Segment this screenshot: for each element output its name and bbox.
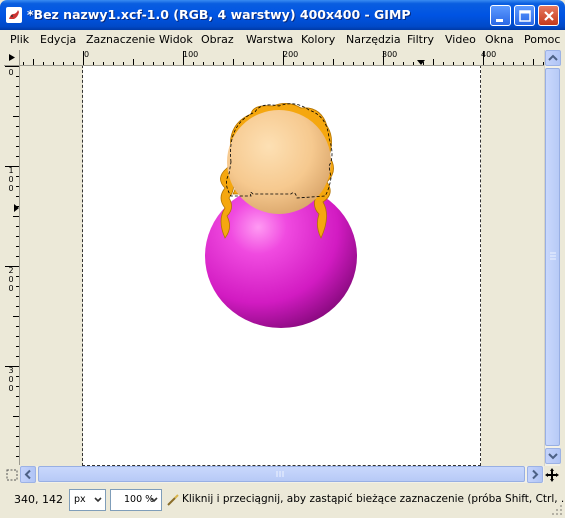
gimp-app-icon[interactable] bbox=[6, 7, 22, 23]
hruler-label-100: 100 bbox=[183, 50, 199, 59]
scroll-down-button[interactable] bbox=[545, 448, 561, 464]
minimize-button[interactable] bbox=[490, 5, 511, 26]
menu-obraz[interactable]: Obraz bbox=[201, 33, 234, 46]
horizontal-ruler-ticks bbox=[23, 51, 544, 65]
vruler-label-300: 300 bbox=[8, 366, 14, 393]
pointer-coordinates: 340, 142 bbox=[14, 493, 63, 506]
window-title: *Bez nazwy1.xcf-1.0 (RGB, 4 warstwy) 400… bbox=[27, 7, 411, 22]
arrow-right-icon bbox=[532, 469, 539, 480]
doll-drawing bbox=[205, 103, 357, 328]
menu-warstwa[interactable]: Warstwa bbox=[246, 33, 293, 46]
image-page[interactable] bbox=[83, 66, 481, 466]
menu-okna[interactable]: Okna bbox=[485, 33, 514, 46]
menu-edycja[interactable]: Edycja bbox=[40, 33, 76, 46]
vruler-label-0-text: 0 bbox=[8, 68, 14, 77]
unit-value: px bbox=[74, 494, 86, 505]
close-button[interactable] bbox=[538, 5, 559, 26]
pointer-marker bbox=[14, 204, 19, 212]
close-icon bbox=[544, 11, 554, 21]
menu-arrow-icon bbox=[9, 54, 15, 61]
menu-narzedzia[interactable]: Narzędzia bbox=[346, 33, 401, 46]
hint-icon bbox=[167, 494, 179, 506]
title-bar: *Bez nazwy1.xcf-1.0 (RGB, 4 warstwy) 400… bbox=[0, 0, 565, 30]
vruler-label-200: 200 bbox=[8, 266, 14, 293]
horizontal-scrollbar[interactable] bbox=[20, 466, 544, 483]
unit-selector[interactable]: px bbox=[69, 489, 106, 511]
navigate-icon bbox=[545, 468, 559, 482]
scroll-right-button[interactable] bbox=[527, 466, 543, 483]
horizontal-scroll-thumb[interactable] bbox=[38, 466, 525, 482]
menu-zaznaczenie[interactable]: Zaznaczenie bbox=[86, 33, 155, 46]
vertical-scroll-thumb[interactable] bbox=[545, 68, 560, 446]
arrow-down-icon bbox=[548, 453, 558, 460]
maximize-button[interactable] bbox=[514, 5, 535, 26]
face-shape bbox=[227, 110, 331, 214]
menu-kolory[interactable]: Kolory bbox=[301, 33, 335, 46]
resize-grip-icon[interactable] bbox=[551, 504, 563, 516]
minimize-icon bbox=[496, 19, 503, 22]
arrow-left-icon bbox=[24, 469, 31, 480]
ruler-corner[interactable] bbox=[4, 50, 20, 66]
vruler-label-0: 0 bbox=[7, 68, 15, 77]
scroll-up-button[interactable] bbox=[545, 50, 561, 66]
menu-bar: Plik Edycja Zaznaczenie Widok Obraz Wars… bbox=[0, 30, 565, 50]
menu-video[interactable]: Video bbox=[445, 33, 476, 46]
navigate-button[interactable] bbox=[544, 466, 560, 483]
menu-filtry[interactable]: Filtry bbox=[407, 33, 434, 46]
hruler-label-0: 0 bbox=[84, 50, 90, 59]
menu-plik[interactable]: Plik bbox=[10, 33, 29, 46]
grip-icon bbox=[276, 471, 284, 477]
hruler-label-300: 300 bbox=[382, 50, 398, 59]
menu-widok[interactable]: Widok bbox=[159, 33, 193, 46]
vertical-scrollbar[interactable] bbox=[544, 50, 561, 466]
hruler-label-400: 400 bbox=[481, 50, 497, 59]
maximize-icon bbox=[519, 10, 531, 22]
menu-pomoc[interactable]: Pomoc bbox=[524, 33, 560, 46]
chevron-down-icon bbox=[94, 497, 102, 503]
status-bar: 340, 142 px 100 % Kliknij i przeciągnij,… bbox=[0, 484, 565, 518]
scroll-left-button[interactable] bbox=[20, 466, 36, 483]
status-message: Kliknij i przeciągnij, aby zastąpić bież… bbox=[182, 493, 565, 505]
quick-mask-icon bbox=[6, 469, 18, 481]
vertical-ruler[interactable]: 0 100 200 300 bbox=[4, 66, 20, 465]
horizontal-ruler[interactable]: 0 100 200 300 400 bbox=[20, 50, 544, 66]
chevron-down-icon bbox=[150, 497, 158, 503]
image-canvas[interactable] bbox=[21, 66, 544, 466]
quick-mask-toggle[interactable] bbox=[4, 466, 20, 483]
hruler-label-200: 200 bbox=[283, 50, 299, 59]
grip-icon bbox=[550, 252, 556, 260]
vruler-label-100: 100 bbox=[8, 166, 14, 193]
zoom-selector[interactable]: 100 % bbox=[110, 489, 162, 511]
arrow-up-icon bbox=[548, 54, 558, 61]
